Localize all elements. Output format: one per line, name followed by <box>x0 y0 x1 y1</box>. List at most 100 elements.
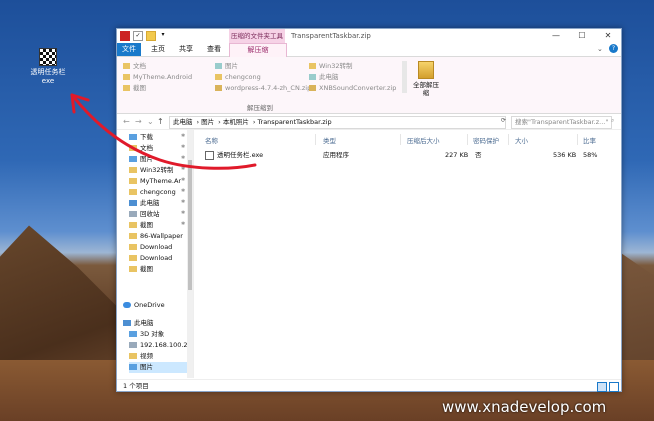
destination-label: 文档 <box>133 62 146 70</box>
extract-destination[interactable]: 文档 <box>123 61 146 71</box>
minimize-button[interactable]: — <box>543 29 569 43</box>
column-header-type[interactable]: 类型 <box>323 135 336 145</box>
qat-dropdown-icon[interactable]: ▾ <box>159 31 167 39</box>
column-header-size[interactable]: 大小 <box>515 135 528 145</box>
nav-item-onedrive[interactable]: OneDrive <box>123 300 165 311</box>
column-header-password[interactable]: 密码保护 <box>473 135 499 145</box>
nav-item-network-drive[interactable]: 192.168.100.20 <box>129 340 192 351</box>
breadcrumb-item[interactable]: TransparentTaskbar.zip <box>258 118 332 126</box>
zip-icon <box>309 85 316 91</box>
breadcrumb-item[interactable]: 此电脑 <box>173 118 193 126</box>
nav-item-pictures-selected[interactable]: 图片 <box>129 362 187 373</box>
large-icons-view-icon[interactable] <box>609 382 619 392</box>
breadcrumb[interactable]: 此电脑 › 图片 › 本机照片 › TransparentTaskbar.zip <box>169 116 506 129</box>
column-header-name[interactable]: 名称 <box>205 135 218 145</box>
tab-view[interactable]: 查看 <box>201 43 227 56</box>
nav-label: Download <box>140 243 173 251</box>
new-folder-icon[interactable] <box>146 31 156 41</box>
column-divider[interactable] <box>315 134 316 145</box>
nav-item-3d-objects[interactable]: 3D 对象 <box>129 329 164 340</box>
folder-icon <box>129 266 137 272</box>
details-view-icon[interactable] <box>597 382 607 392</box>
pin-icon[interactable]: ✱ <box>181 177 185 183</box>
desktop-icon-transparent-taskbar[interactable]: 透明任务栏 exe <box>26 48 70 86</box>
search-input[interactable]: 搜索"TransparentTaskbar.z..." <box>511 116 612 129</box>
maximize-button[interactable]: ☐ <box>569 29 595 43</box>
file-ratio: 58% <box>583 151 598 159</box>
back-button[interactable]: ← <box>123 117 130 126</box>
nav-item-folder[interactable]: 截图 <box>129 264 153 275</box>
tab-file[interactable]: 文件 <box>117 43 141 56</box>
extract-destination[interactable]: chengcong <box>215 72 261 82</box>
extract-destination[interactable]: 截图 <box>123 83 146 93</box>
refresh-icon[interactable]: ⟳ <box>501 117 506 124</box>
extract-destination[interactable]: MyTheme.Android <box>123 72 192 82</box>
column-divider[interactable] <box>508 134 509 145</box>
nav-item-folder[interactable]: Download <box>129 253 172 264</box>
ribbon-gallery-scrollbar[interactable] <box>402 61 407 93</box>
tab-share[interactable]: 共享 <box>173 43 199 56</box>
destination-label: chengcong <box>225 73 261 81</box>
folder-icon <box>123 74 130 80</box>
extract-destination[interactable]: wordpress-4.7.4-zh_CN.zip <box>215 83 311 93</box>
pin-icon[interactable]: ✱ <box>181 155 185 161</box>
file-type: 应用程序 <box>323 151 349 159</box>
extract-destination[interactable]: 图片 <box>215 61 238 71</box>
up-button[interactable]: ↑ <box>157 117 164 126</box>
extract-all-button[interactable]: 全部解压缩 <box>413 61 439 97</box>
search-icon[interactable]: ⌕ <box>611 117 614 125</box>
breadcrumb-item[interactable]: 本机照片 <box>223 118 249 126</box>
properties-icon[interactable]: ✓ <box>133 31 143 41</box>
nav-scrollbar-thumb[interactable] <box>188 160 192 290</box>
pc-icon <box>123 320 131 326</box>
nav-label: 图片 <box>140 155 153 163</box>
help-icon[interactable]: ? <box>609 44 618 53</box>
pin-icon[interactable]: ✱ <box>181 144 185 150</box>
nav-item-folder[interactable]: 86-Wallpaper <box>129 231 183 242</box>
nav-label: 此电脑 <box>140 199 160 207</box>
extract-destination[interactable]: XNBSoundConverter.zip <box>309 83 396 93</box>
breadcrumb-item[interactable]: 图片 <box>201 118 214 126</box>
context-tab-group-label: 压缩的文件夹工具 <box>229 29 285 43</box>
title-bar[interactable]: ✓ ▾ 压缩的文件夹工具 TransparentTaskbar.zip — ☐ … <box>117 29 621 43</box>
forward-button[interactable]: → <box>135 117 142 126</box>
nav-label: 图片 <box>140 363 153 371</box>
destination-label: XNBSoundConverter.zip <box>319 84 397 92</box>
column-header-ratio[interactable]: 比率 <box>583 135 596 145</box>
nav-item-folder[interactable]: Win32转制 <box>129 165 173 176</box>
tab-home[interactable]: 主页 <box>145 43 171 56</box>
column-divider[interactable] <box>577 134 578 145</box>
nav-item-downloads[interactable]: 下载 <box>129 132 153 143</box>
file-list: 名称 类型 压缩后大小 密码保护 大小 比率 透明任务栏.exe 应用程序 22… <box>195 130 621 378</box>
nav-item-recycle-bin[interactable]: 回收站 <box>129 209 160 220</box>
pin-icon[interactable]: ✱ <box>181 199 185 205</box>
recent-locations-icon[interactable]: ⌄ <box>147 117 154 126</box>
nav-item-folder[interactable]: MyTheme.Ar <box>129 176 181 187</box>
column-divider[interactable] <box>467 134 468 145</box>
nav-item-folder[interactable]: Download <box>129 242 172 253</box>
pin-icon[interactable]: ✱ <box>181 188 185 194</box>
quick-access-toolbar: ✓ ▾ <box>120 31 167 41</box>
nav-scrollbar[interactable] <box>187 130 193 378</box>
extract-destination[interactable]: 此电脑 <box>309 72 339 82</box>
pin-icon[interactable]: ✱ <box>181 210 185 216</box>
column-divider[interactable] <box>400 134 401 145</box>
nav-item-folder[interactable]: chengcong <box>129 187 176 198</box>
tab-extract[interactable]: 解压缩 <box>229 43 287 57</box>
nav-item-pictures[interactable]: 图片 <box>129 154 153 165</box>
nav-item-documents[interactable]: 文档 <box>129 143 153 154</box>
nav-item-this-pc[interactable]: 此电脑 <box>129 198 160 209</box>
explorer-app-icon[interactable] <box>120 31 130 41</box>
pin-icon[interactable]: ✱ <box>181 133 185 139</box>
folder-icon <box>129 189 137 195</box>
ribbon-expand-icon[interactable]: ⌄ <box>597 45 603 53</box>
pin-icon[interactable]: ✱ <box>181 166 185 172</box>
close-button[interactable]: ✕ <box>595 29 621 43</box>
pin-icon[interactable]: ✱ <box>181 221 185 227</box>
nav-item-this-pc[interactable]: 此电脑 <box>123 318 154 329</box>
nav-item-folder[interactable]: 截图 <box>129 220 153 231</box>
extract-destination[interactable]: Win32转制 <box>309 61 352 71</box>
column-header-compressed-size[interactable]: 压缩后大小 <box>407 135 440 145</box>
nav-item-videos[interactable]: 视频 <box>129 351 153 362</box>
table-row[interactable]: 透明任务栏.exe 应用程序 227 KB 否 536 KB 58% <box>203 150 603 161</box>
